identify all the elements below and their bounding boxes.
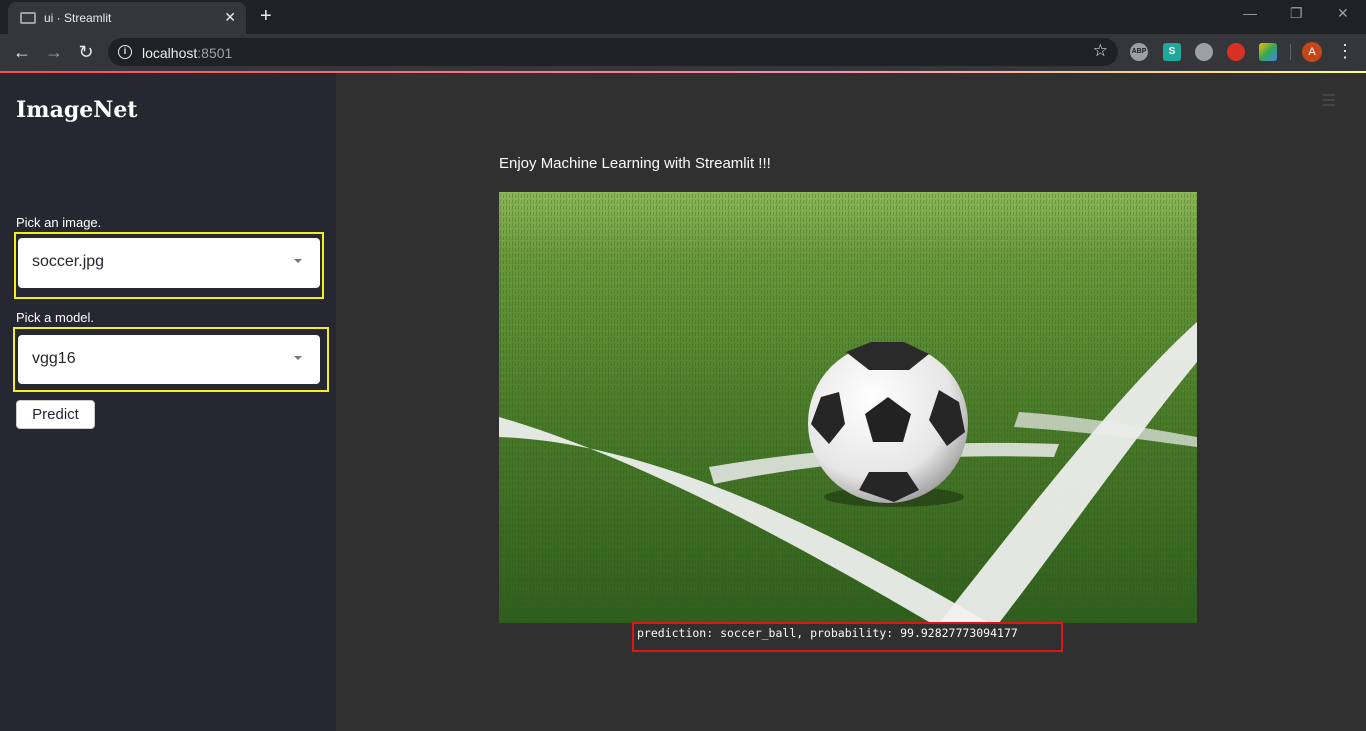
window-close-icon[interactable]: ✕ [1337,4,1349,22]
globe-extension-icon[interactable] [1195,43,1213,61]
chevron-down-icon[interactable] [294,356,302,360]
bookmark-star-icon[interactable]: ☆ [1093,41,1108,61]
profile-avatar[interactable]: A [1302,42,1322,62]
new-tab-button[interactable]: + [260,5,272,27]
tab-title: ui · Streamlit [44,11,112,25]
santa-extension-icon[interactable] [1227,43,1245,61]
url-text: localhost:8501 [142,45,232,61]
browser-toolbar: ← → ↻ i localhost:8501 ☆ ABP S 1 A ⋮ [0,34,1366,98]
model-select-label: Pick a model. [16,310,95,325]
chevron-down-icon[interactable] [294,259,302,263]
predict-button[interactable]: Predict [16,400,95,429]
sidebar-title: ImageNet [16,97,138,123]
restore-icon[interactable]: ❐ [1290,4,1303,22]
browser-tab-bar: ui · Streamlit ✕ + — ❐ ✕ [0,0,1366,34]
prediction-result: prediction: soccer_ball, probability: 99… [637,626,1018,640]
soccer-field-illustration [499,192,1197,623]
browser-tab[interactable]: ui · Streamlit ✕ [8,2,246,34]
url-port: :8501 [197,45,233,61]
image-select[interactable]: soccer.jpg [18,238,320,288]
s-extension-icon[interactable]: S [1163,43,1181,61]
layers-extension-icon[interactable] [1259,43,1277,61]
soccer-ball-image [499,192,1197,623]
image-select-value: soccer.jpg [32,253,105,270]
image-select-label: Pick an image. [16,215,102,230]
adblock-extension-icon[interactable]: ABP [1130,43,1148,61]
back-icon[interactable]: ← [10,40,34,64]
address-bar[interactable]: i localhost:8501 ☆ [108,38,1118,66]
model-select-value: vgg16 [32,350,76,367]
forward-icon[interactable]: → [42,40,66,64]
streamlit-favicon-icon [20,12,36,24]
site-info-icon[interactable]: i [118,45,132,59]
toolbar-divider [1290,44,1291,60]
url-host: localhost [142,45,198,61]
browser-menu-icon[interactable]: ⋮ [1336,40,1354,62]
model-select[interactable]: vgg16 [18,335,320,384]
close-tab-icon[interactable]: ✕ [224,9,236,25]
app-menu-icon[interactable] [1323,94,1335,109]
minimize-icon[interactable]: — [1243,4,1257,22]
main-heading: Enjoy Machine Learning with Streamlit !!… [499,155,771,172]
reload-icon[interactable]: ↻ [74,40,98,64]
